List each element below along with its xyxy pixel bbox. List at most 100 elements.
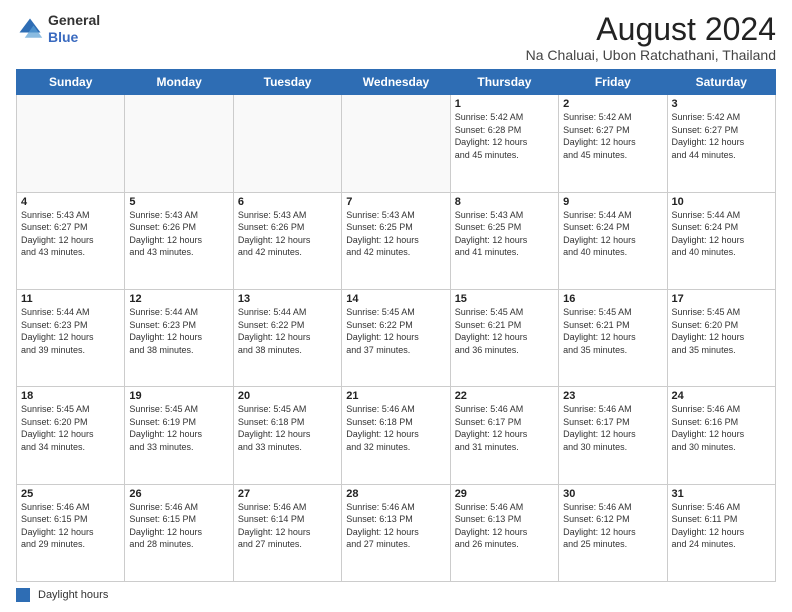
- calendar-cell: 18Sunrise: 5:45 AM Sunset: 6:20 PM Dayli…: [17, 387, 125, 484]
- day-number: 3: [672, 98, 771, 110]
- day-number: 31: [672, 488, 771, 500]
- logo-general: General: [48, 12, 100, 29]
- day-info: Sunrise: 5:46 AM Sunset: 6:13 PM Dayligh…: [455, 501, 554, 551]
- day-info: Sunrise: 5:44 AM Sunset: 6:23 PM Dayligh…: [129, 306, 228, 356]
- day-number: 21: [346, 390, 445, 402]
- legend-label: Daylight hours: [38, 589, 108, 601]
- day-number: 28: [346, 488, 445, 500]
- page: General Blue August 2024 Na Chaluai, Ubo…: [0, 0, 792, 612]
- day-info: Sunrise: 5:45 AM Sunset: 6:21 PM Dayligh…: [563, 306, 662, 356]
- day-info: Sunrise: 5:43 AM Sunset: 6:25 PM Dayligh…: [455, 209, 554, 259]
- day-info: Sunrise: 5:44 AM Sunset: 6:22 PM Dayligh…: [238, 306, 337, 356]
- calendar-cell: 8Sunrise: 5:43 AM Sunset: 6:25 PM Daylig…: [450, 192, 558, 289]
- day-info: Sunrise: 5:46 AM Sunset: 6:14 PM Dayligh…: [238, 501, 337, 551]
- day-number: 13: [238, 293, 337, 305]
- day-info: Sunrise: 5:44 AM Sunset: 6:24 PM Dayligh…: [563, 209, 662, 259]
- calendar-header-row: SundayMondayTuesdayWednesdayThursdayFrid…: [17, 70, 776, 95]
- calendar-header-friday: Friday: [559, 70, 667, 95]
- calendar-header-monday: Monday: [125, 70, 233, 95]
- day-number: 22: [455, 390, 554, 402]
- day-info: Sunrise: 5:46 AM Sunset: 6:17 PM Dayligh…: [455, 403, 554, 453]
- calendar-cell: 23Sunrise: 5:46 AM Sunset: 6:17 PM Dayli…: [559, 387, 667, 484]
- day-number: 23: [563, 390, 662, 402]
- day-info: Sunrise: 5:43 AM Sunset: 6:27 PM Dayligh…: [21, 209, 120, 259]
- day-info: Sunrise: 5:46 AM Sunset: 6:11 PM Dayligh…: [672, 501, 771, 551]
- calendar-cell: [233, 95, 341, 192]
- day-number: 20: [238, 390, 337, 402]
- header: General Blue August 2024 Na Chaluai, Ubo…: [16, 12, 776, 63]
- day-number: 11: [21, 293, 120, 305]
- day-info: Sunrise: 5:45 AM Sunset: 6:20 PM Dayligh…: [21, 403, 120, 453]
- logo: General Blue: [16, 12, 100, 46]
- day-info: Sunrise: 5:44 AM Sunset: 6:23 PM Dayligh…: [21, 306, 120, 356]
- day-info: Sunrise: 5:45 AM Sunset: 6:20 PM Dayligh…: [672, 306, 771, 356]
- logo-blue: Blue: [48, 29, 100, 46]
- day-number: 19: [129, 390, 228, 402]
- calendar-cell: 15Sunrise: 5:45 AM Sunset: 6:21 PM Dayli…: [450, 289, 558, 386]
- day-info: Sunrise: 5:45 AM Sunset: 6:18 PM Dayligh…: [238, 403, 337, 453]
- day-info: Sunrise: 5:42 AM Sunset: 6:27 PM Dayligh…: [563, 111, 662, 161]
- calendar-cell: 10Sunrise: 5:44 AM Sunset: 6:24 PM Dayli…: [667, 192, 775, 289]
- calendar-cell: 20Sunrise: 5:45 AM Sunset: 6:18 PM Dayli…: [233, 387, 341, 484]
- day-number: 8: [455, 196, 554, 208]
- day-number: 30: [563, 488, 662, 500]
- calendar-cell: 9Sunrise: 5:44 AM Sunset: 6:24 PM Daylig…: [559, 192, 667, 289]
- day-info: Sunrise: 5:46 AM Sunset: 6:17 PM Dayligh…: [563, 403, 662, 453]
- day-number: 5: [129, 196, 228, 208]
- day-info: Sunrise: 5:44 AM Sunset: 6:24 PM Dayligh…: [672, 209, 771, 259]
- calendar-cell: 17Sunrise: 5:45 AM Sunset: 6:20 PM Dayli…: [667, 289, 775, 386]
- calendar-cell: 29Sunrise: 5:46 AM Sunset: 6:13 PM Dayli…: [450, 484, 558, 581]
- calendar-cell: 16Sunrise: 5:45 AM Sunset: 6:21 PM Dayli…: [559, 289, 667, 386]
- calendar-cell: 7Sunrise: 5:43 AM Sunset: 6:25 PM Daylig…: [342, 192, 450, 289]
- day-number: 10: [672, 196, 771, 208]
- day-number: 9: [563, 196, 662, 208]
- day-info: Sunrise: 5:45 AM Sunset: 6:19 PM Dayligh…: [129, 403, 228, 453]
- calendar-cell: 14Sunrise: 5:45 AM Sunset: 6:22 PM Dayli…: [342, 289, 450, 386]
- calendar-cell: 3Sunrise: 5:42 AM Sunset: 6:27 PM Daylig…: [667, 95, 775, 192]
- day-number: 29: [455, 488, 554, 500]
- calendar-table: SundayMondayTuesdayWednesdayThursdayFrid…: [16, 69, 776, 582]
- calendar-header-sunday: Sunday: [17, 70, 125, 95]
- calendar-cell: 22Sunrise: 5:46 AM Sunset: 6:17 PM Dayli…: [450, 387, 558, 484]
- day-info: Sunrise: 5:46 AM Sunset: 6:18 PM Dayligh…: [346, 403, 445, 453]
- calendar-cell: 11Sunrise: 5:44 AM Sunset: 6:23 PM Dayli…: [17, 289, 125, 386]
- calendar-cell: 21Sunrise: 5:46 AM Sunset: 6:18 PM Dayli…: [342, 387, 450, 484]
- day-info: Sunrise: 5:46 AM Sunset: 6:15 PM Dayligh…: [21, 501, 120, 551]
- day-number: 14: [346, 293, 445, 305]
- logo-icon: [16, 15, 44, 43]
- calendar-cell: [125, 95, 233, 192]
- main-title: August 2024: [526, 12, 776, 47]
- logo-text: General Blue: [48, 12, 100, 46]
- day-info: Sunrise: 5:46 AM Sunset: 6:12 PM Dayligh…: [563, 501, 662, 551]
- day-number: 1: [455, 98, 554, 110]
- calendar-week-3: 11Sunrise: 5:44 AM Sunset: 6:23 PM Dayli…: [17, 289, 776, 386]
- day-number: 15: [455, 293, 554, 305]
- calendar-cell: 27Sunrise: 5:46 AM Sunset: 6:14 PM Dayli…: [233, 484, 341, 581]
- calendar-week-4: 18Sunrise: 5:45 AM Sunset: 6:20 PM Dayli…: [17, 387, 776, 484]
- day-number: 27: [238, 488, 337, 500]
- day-info: Sunrise: 5:46 AM Sunset: 6:13 PM Dayligh…: [346, 501, 445, 551]
- day-info: Sunrise: 5:43 AM Sunset: 6:26 PM Dayligh…: [129, 209, 228, 259]
- day-number: 17: [672, 293, 771, 305]
- calendar-cell: 13Sunrise: 5:44 AM Sunset: 6:22 PM Dayli…: [233, 289, 341, 386]
- calendar-week-1: 1Sunrise: 5:42 AM Sunset: 6:28 PM Daylig…: [17, 95, 776, 192]
- calendar-cell: 4Sunrise: 5:43 AM Sunset: 6:27 PM Daylig…: [17, 192, 125, 289]
- day-number: 26: [129, 488, 228, 500]
- calendar-week-2: 4Sunrise: 5:43 AM Sunset: 6:27 PM Daylig…: [17, 192, 776, 289]
- day-info: Sunrise: 5:42 AM Sunset: 6:27 PM Dayligh…: [672, 111, 771, 161]
- calendar-cell: 24Sunrise: 5:46 AM Sunset: 6:16 PM Dayli…: [667, 387, 775, 484]
- day-number: 7: [346, 196, 445, 208]
- day-number: 2: [563, 98, 662, 110]
- day-number: 16: [563, 293, 662, 305]
- day-info: Sunrise: 5:45 AM Sunset: 6:21 PM Dayligh…: [455, 306, 554, 356]
- calendar-header-thursday: Thursday: [450, 70, 558, 95]
- calendar-cell: 1Sunrise: 5:42 AM Sunset: 6:28 PM Daylig…: [450, 95, 558, 192]
- calendar-cell: 6Sunrise: 5:43 AM Sunset: 6:26 PM Daylig…: [233, 192, 341, 289]
- calendar-week-5: 25Sunrise: 5:46 AM Sunset: 6:15 PM Dayli…: [17, 484, 776, 581]
- day-number: 18: [21, 390, 120, 402]
- calendar-cell: 19Sunrise: 5:45 AM Sunset: 6:19 PM Dayli…: [125, 387, 233, 484]
- day-number: 12: [129, 293, 228, 305]
- calendar-cell: 26Sunrise: 5:46 AM Sunset: 6:15 PM Dayli…: [125, 484, 233, 581]
- calendar-cell: 28Sunrise: 5:46 AM Sunset: 6:13 PM Dayli…: [342, 484, 450, 581]
- calendar-header-saturday: Saturday: [667, 70, 775, 95]
